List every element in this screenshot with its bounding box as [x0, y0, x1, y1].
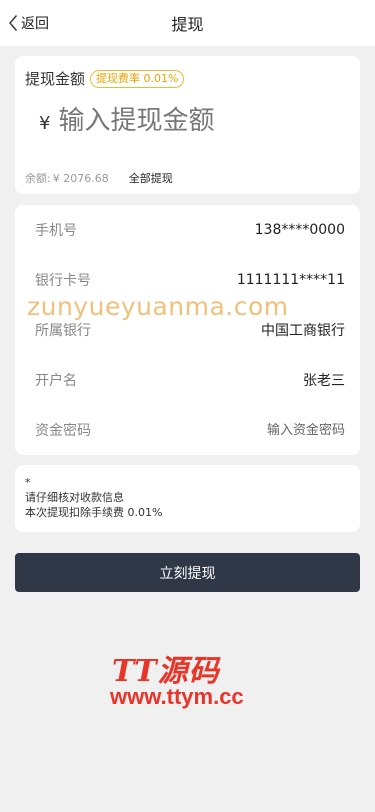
info-row-fund-password: 资金密码 — [35, 420, 345, 440]
back-button[interactable]: 返回 — [8, 0, 49, 46]
info-row-account-name: 开户名 张老三 — [35, 370, 345, 390]
fee-rate-badge: 提现费率 0.01% — [90, 69, 185, 88]
top-bar: 返回 提现 — [0, 0, 375, 46]
yen-symbol: ¥ — [39, 112, 51, 134]
account-info-card: 手机号 138****0000 银行卡号 1111111****11 所属银行 … — [15, 205, 360, 455]
info-label: 所属银行 — [35, 323, 91, 339]
notice-star: * — [25, 476, 31, 489]
balance-row: 余额: ¥ 2076.68 全部提现 — [25, 170, 173, 186]
notice-line: 请仔细核对收款信息 — [25, 491, 124, 504]
watermark-url: www.ttym.cc — [110, 684, 244, 709]
notice-line: 本次提现扣除手续费 0.01% — [25, 506, 163, 519]
notice-card: * 请仔细核对收款信息 本次提现扣除手续费 0.01% — [15, 465, 360, 532]
info-row-phone: 手机号 138****0000 — [35, 220, 345, 240]
watermark-text: zunyueyuanma.com — [27, 292, 289, 321]
submit-withdraw-button[interactable]: 立刻提现 — [15, 553, 360, 592]
withdraw-all-button[interactable]: 全部提现 — [129, 170, 173, 186]
info-value: 张老三 — [303, 373, 345, 389]
info-value: 中国工商银行 — [261, 323, 345, 339]
info-row-card-number: 银行卡号 1111111****11 — [35, 270, 345, 290]
amount-card: 提现金额 提现费率 0.01% ¥ 余额: ¥ 2076.68 全部提现 — [15, 56, 360, 194]
fund-password-input[interactable] — [195, 422, 345, 438]
info-label: 开户名 — [35, 373, 77, 389]
balance-value: ¥ 2076.68 — [52, 171, 109, 185]
info-label: 银行卡号 — [35, 273, 91, 289]
amount-input-row: ¥ — [39, 106, 319, 136]
info-value: 1111111****11 — [236, 272, 345, 288]
back-label: 返回 — [21, 16, 49, 32]
notice-text: * 请仔细核对收款信息 本次提现扣除手续费 0.01% — [25, 475, 162, 520]
page-title: 提现 — [171, 15, 204, 34]
chevron-left-icon — [8, 14, 18, 32]
amount-input[interactable] — [58, 106, 319, 136]
info-row-bank: 所属银行 中国工商银行 — [35, 320, 345, 340]
info-label: 手机号 — [35, 223, 77, 239]
amount-label: 提现金额 — [25, 70, 86, 88]
info-label: 资金密码 — [35, 423, 91, 439]
amount-header: 提现金额 提现费率 0.01% — [25, 68, 185, 89]
info-value: 138****0000 — [254, 222, 345, 238]
balance-label: 余额: — [25, 172, 51, 185]
